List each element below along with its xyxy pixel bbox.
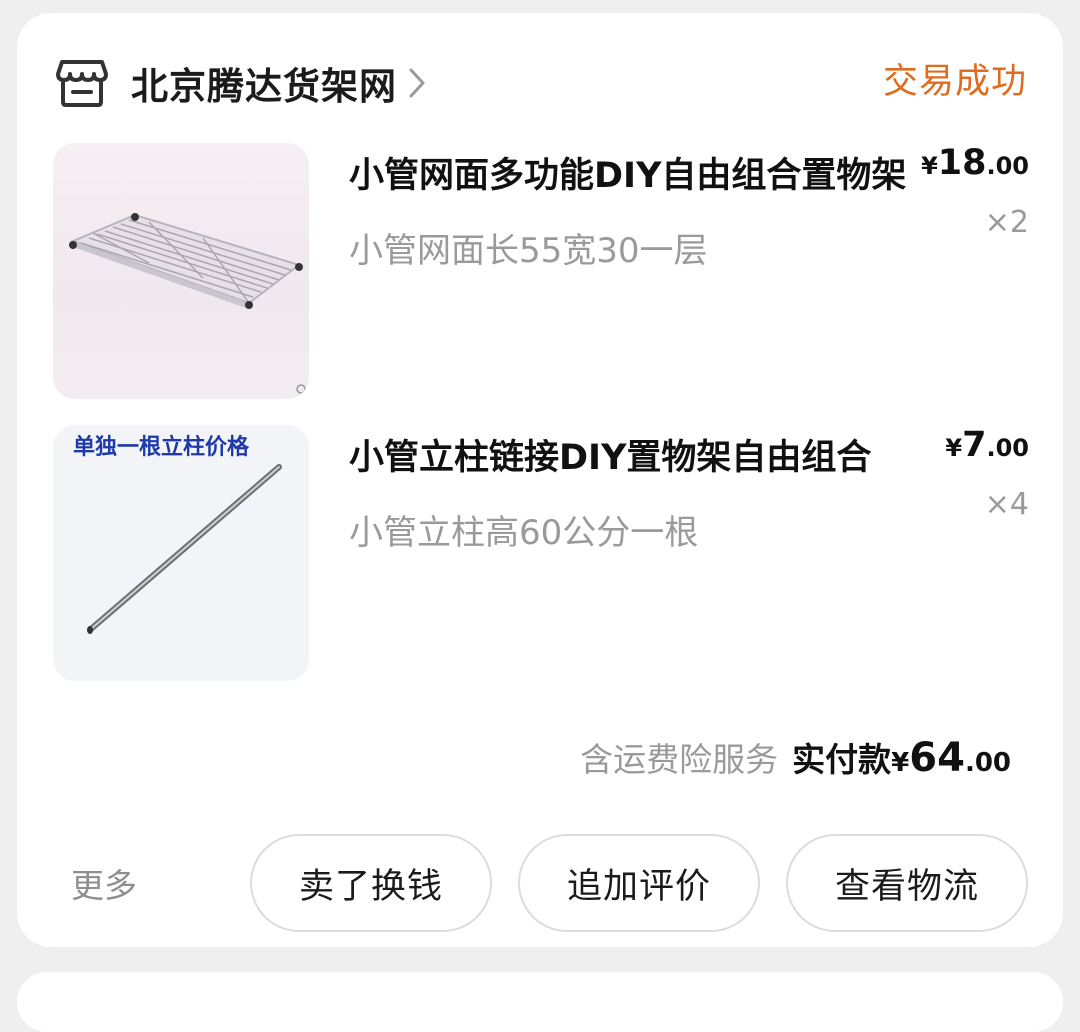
price-currency: ¥	[945, 434, 963, 462]
price-decimal: .00	[986, 434, 1029, 462]
more-button[interactable]: 更多	[71, 859, 137, 907]
price-currency: ¥	[921, 152, 938, 180]
add-review-button[interactable]: 追加评价	[518, 834, 760, 932]
order-item[interactable]: 单独一根立柱价格 小管立柱链接DIY置物架自由组合 小管立柱高60公分一根 ¥7…	[53, 425, 1029, 681]
sell-button[interactable]: 卖了换钱	[250, 834, 492, 932]
total-decimal: .00	[964, 748, 1011, 778]
price-integer: 18	[937, 143, 987, 183]
order-total: 含运费险服务 实付款 ¥ 64 .00	[580, 733, 1011, 781]
order-card: 北京腾达货架网 交易成功 小管网面多功能DIY自由组合置物架 小管网面长55宽3…	[17, 13, 1063, 947]
product-image[interactable]	[53, 143, 309, 399]
store-icon	[55, 56, 109, 110]
product-price: ¥18.00	[921, 143, 1029, 183]
product-image[interactable]: 单独一根立柱价格	[53, 425, 309, 681]
product-quantity: ×2	[984, 205, 1029, 240]
total-integer: 64	[909, 735, 965, 781]
price-decimal: .00	[986, 152, 1029, 180]
chevron-right-icon	[407, 66, 427, 100]
product-title[interactable]: 小管立柱链接DIY置物架自由组合	[349, 429, 909, 480]
shop-header[interactable]: 北京腾达货架网	[55, 51, 427, 115]
total-note: 含运费险服务	[580, 740, 779, 779]
product-spec: 小管立柱高60公分一根	[349, 513, 699, 553]
total-currency: ¥	[891, 748, 910, 778]
total-label: 实付款	[792, 740, 892, 779]
shop-name[interactable]: 北京腾达货架网	[131, 56, 397, 110]
product-price: ¥7.00	[945, 425, 1029, 465]
order-item[interactable]: 小管网面多功能DIY自由组合置物架 小管网面长55宽30一层 ¥18.00 ×2	[53, 143, 1029, 399]
view-logistics-button[interactable]: 查看物流	[786, 834, 1028, 932]
product-title[interactable]: 小管网面多功能DIY自由组合置物架	[349, 147, 909, 198]
next-order-card	[17, 972, 1063, 1032]
product-spec: 小管网面长55宽30一层	[349, 231, 708, 271]
image-caption: 单独一根立柱价格	[73, 434, 250, 460]
price-integer: 7	[962, 425, 987, 465]
order-status: 交易成功	[882, 62, 1027, 102]
product-quantity: ×4	[984, 487, 1029, 522]
